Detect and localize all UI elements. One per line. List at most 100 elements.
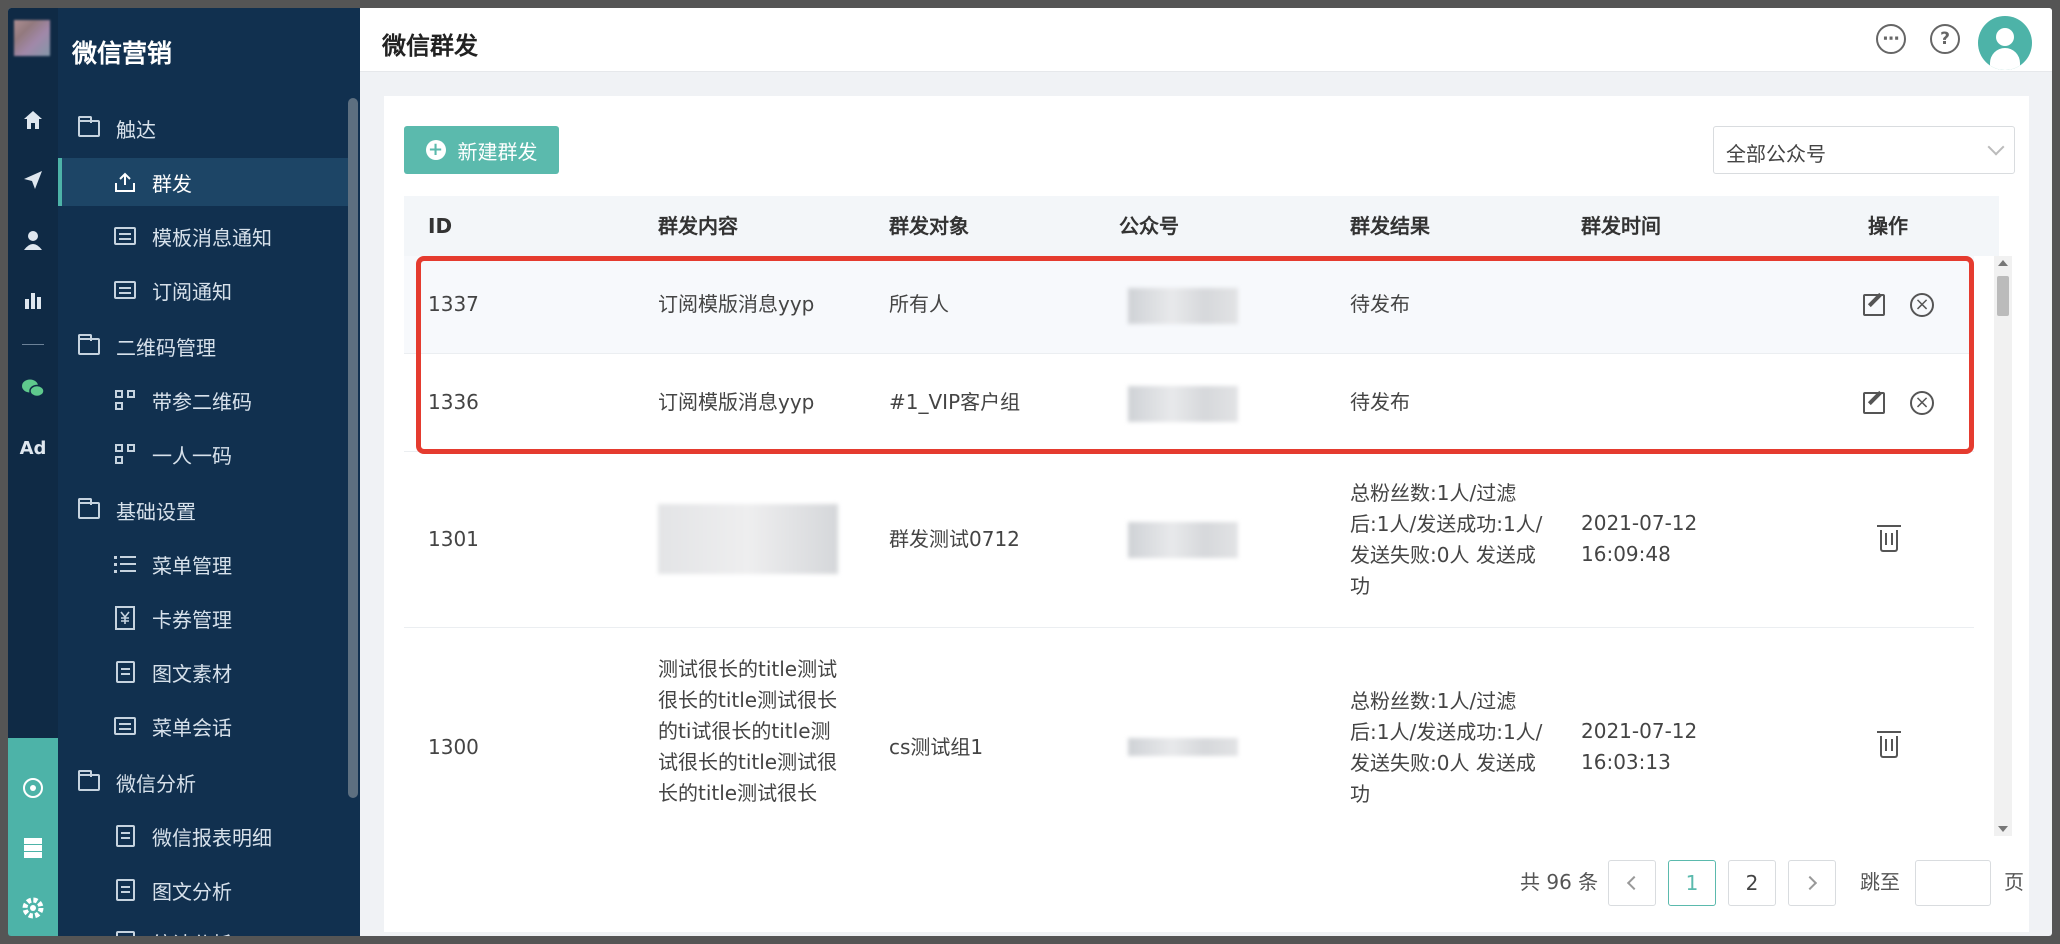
folder-icon	[76, 497, 102, 523]
scroll-up-icon[interactable]	[1998, 260, 2008, 266]
chevron-left-icon	[1626, 875, 1642, 891]
table-row[interactable]: 1300 测试很长的title测试很长的title测试很长的ti试很长的titl…	[404, 628, 1974, 846]
table-row[interactable]: 1301 群发测试0712 总粉丝数:1人/过滤后:1人/发送成功:1人/发送失…	[404, 452, 1974, 628]
column-actions: 操作	[1868, 214, 1908, 238]
delete-icon[interactable]	[1877, 525, 1901, 552]
user-icon[interactable]	[8, 220, 58, 260]
send-icon[interactable]	[8, 160, 58, 200]
wechat-icon[interactable]	[8, 368, 58, 408]
cancel-icon[interactable]: ×	[1910, 391, 1934, 415]
help-icon[interactable]: ?	[1930, 24, 1960, 54]
qrcode-icon	[112, 441, 138, 467]
sidebar-item-article-material[interactable]: 图文素材	[58, 648, 348, 696]
server-icon[interactable]	[8, 828, 58, 868]
column-target: 群发对象	[889, 214, 969, 238]
target-icon[interactable]	[8, 768, 58, 808]
avatar-body	[1990, 48, 2020, 70]
sidebar-item-label: 菜单管理	[152, 553, 232, 578]
cell-id: 1300	[428, 735, 479, 759]
cell-time: 2021-07-12 16:09:48	[1581, 511, 1698, 566]
sidebar-item-mass-send[interactable]: 群发	[58, 158, 348, 206]
home-icon[interactable]	[8, 100, 58, 140]
sidebar-item-menu-manage[interactable]: 菜单管理	[58, 540, 348, 588]
table-body: 1337 订阅模版消息yyp 所有人 待发布 × 1336 订阅模版消息yyp …	[404, 256, 1974, 846]
sidebar-item-label: 模板消息通知	[152, 225, 272, 250]
cancel-icon[interactable]: ×	[1910, 293, 1934, 317]
sidebar-item-menu-chat[interactable]: 菜单会话	[58, 702, 348, 750]
table-scrollbar[interactable]	[1994, 256, 2012, 836]
sidebar-group-label: 微信分析	[116, 771, 196, 796]
new-mass-send-button[interactable]: + 新建群发	[404, 126, 559, 174]
pagination-total: 共 96 条	[1520, 870, 1599, 894]
table-row[interactable]: 1337 订阅模版消息yyp 所有人 待发布 ×	[404, 256, 1974, 354]
sidebar-item-subscribe-notice[interactable]: 订阅通知	[58, 266, 348, 314]
chat-icon	[112, 713, 138, 739]
content-card: + 新建群发 全部公众号 ID 群发内容 群发对象 公众号 群发结果 群发时间 …	[384, 96, 2029, 932]
account-redacted	[1128, 522, 1238, 558]
scroll-down-icon[interactable]	[1998, 826, 2008, 832]
scroll-thumb[interactable]	[1997, 276, 2009, 316]
edit-icon[interactable]	[1863, 294, 1885, 316]
account-redacted	[1128, 738, 1238, 756]
message-icon	[112, 277, 138, 303]
goto-label: 跳至	[1860, 870, 1900, 894]
column-time: 群发时间	[1581, 214, 1661, 238]
account-redacted	[1128, 288, 1238, 324]
sidebar-group-wechat-analysis[interactable]: 微信分析	[58, 758, 348, 806]
account-redacted	[1128, 386, 1238, 422]
chevron-right-icon	[1802, 875, 1818, 891]
cell-result: 待发布	[1350, 390, 1410, 414]
bar-chart-icon[interactable]	[8, 280, 58, 320]
sidebar-item-label: 群发	[152, 171, 192, 196]
page-button[interactable]: 1	[1668, 860, 1716, 906]
cell-result: 总粉丝数:1人/过滤后:1人/发送成功:1人/发送失败:0人 发送成功	[1350, 689, 1543, 806]
next-page-button[interactable]	[1788, 860, 1836, 906]
folder-icon	[76, 115, 102, 141]
table-row[interactable]: 1336 订阅模版消息yyp #1_VIP客户组 待发布 ×	[404, 354, 1974, 452]
sidebar-item-label: 菜单会话	[152, 715, 232, 740]
sidebar-group-label: 二维码管理	[116, 335, 216, 360]
sidebar-scrollbar[interactable]	[348, 98, 358, 798]
sidebar-group-basic-settings[interactable]: 基础设置	[58, 486, 348, 534]
cell-content: 订阅模版消息yyp	[658, 390, 815, 414]
sidebar-item-template-notice[interactable]: 模板消息通知	[58, 212, 348, 260]
delete-icon[interactable]	[1877, 731, 1901, 758]
cell-id: 1301	[428, 527, 479, 551]
qrcode-icon	[112, 387, 138, 413]
sidebar-item-report-detail[interactable]: 微信报表明细	[58, 812, 348, 860]
cell-content: 订阅模版消息yyp	[658, 292, 815, 316]
rail-divider	[22, 344, 44, 345]
goto-page-input[interactable]	[1915, 860, 1991, 906]
sidebar-item-article-analysis[interactable]: 图文分析	[58, 866, 348, 914]
sidebar-item-personal-code[interactable]: 一人一码	[58, 430, 348, 478]
sidebar-item-label: 微信报表明细	[152, 825, 272, 850]
message-icon[interactable]: ⋯	[1876, 24, 1906, 54]
document-icon	[112, 877, 138, 903]
app-window: Ad 微信营销 触达 群发 模板消息通知 订阅通知 二维码管理 带参二维码 一人…	[8, 8, 2052, 936]
sidebar-group-reach[interactable]: 触达	[58, 104, 348, 152]
sidebar-item-label: 一人一码	[152, 443, 232, 468]
page-button[interactable]: 2	[1728, 860, 1776, 906]
sidebar-item-label: 图文素材	[152, 661, 232, 686]
sidebar-group-qrcode[interactable]: 二维码管理	[58, 322, 348, 370]
sidebar-item-param-qrcode[interactable]: 带参二维码	[58, 376, 348, 424]
chevron-down-icon	[1987, 138, 2005, 156]
document-icon	[112, 659, 138, 685]
prev-page-button[interactable]	[1608, 860, 1656, 906]
sidebar-item-coupon-manage[interactable]: 卡券管理	[58, 594, 348, 642]
plus-icon: +	[425, 140, 446, 160]
cell-id: 1337	[428, 292, 479, 316]
edit-icon[interactable]	[1863, 392, 1885, 414]
table-header: ID 群发内容 群发对象 公众号 群发结果 群发时间 操作	[404, 196, 1999, 256]
account-select[interactable]: 全部公众号	[1713, 126, 2015, 174]
cell-target: 群发测试0712	[889, 527, 1020, 551]
document-icon	[112, 823, 138, 849]
column-result: 群发结果	[1350, 214, 1430, 238]
settings-icon[interactable]	[8, 888, 58, 928]
ad-icon[interactable]: Ad	[8, 428, 58, 468]
cell-id: 1336	[428, 390, 479, 414]
avatar[interactable]	[1978, 16, 2032, 70]
mass-send-icon	[112, 169, 138, 195]
sidebar-item-statistics[interactable]: 统计分析	[58, 918, 348, 936]
sidebar-item-label: 带参二维码	[152, 389, 252, 414]
